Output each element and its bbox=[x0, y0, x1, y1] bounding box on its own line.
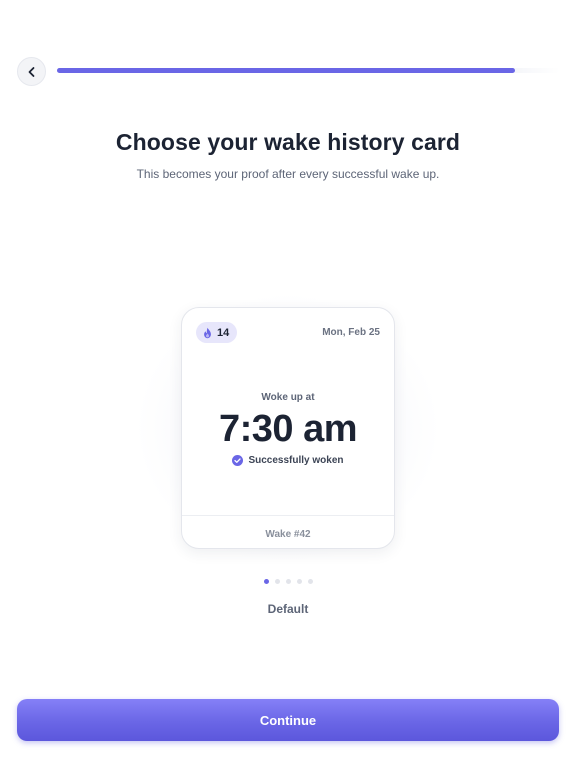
wake-history-card[interactable]: 14 Mon, Feb 25 Woke up at 7:30 am Succes… bbox=[181, 307, 395, 549]
page-title: Choose your wake history card bbox=[115, 129, 461, 155]
card-divider bbox=[182, 515, 394, 516]
flame-icon bbox=[204, 327, 211, 338]
back-button[interactable] bbox=[17, 57, 46, 86]
check-circle-icon bbox=[232, 455, 244, 466]
success-label: Successfully woken bbox=[248, 455, 344, 466]
pager-dot[interactable] bbox=[274, 579, 280, 584]
wake-time: 7:30 am bbox=[218, 408, 358, 450]
pager-dot[interactable] bbox=[263, 579, 269, 584]
pager-dot[interactable] bbox=[307, 579, 313, 584]
chevron-left-icon bbox=[28, 66, 34, 77]
success-status: Successfully woken bbox=[182, 455, 394, 466]
streak-count: 14 bbox=[217, 326, 230, 339]
card-style-name: Default bbox=[267, 602, 309, 616]
progress-fill bbox=[57, 68, 515, 73]
page-subtitle: This becomes your proof after every succ… bbox=[136, 167, 440, 181]
card-pager[interactable] bbox=[0, 579, 576, 584]
card-date: Mon, Feb 25 bbox=[322, 327, 380, 338]
streak-badge: 14 bbox=[196, 322, 238, 343]
progress-bar bbox=[57, 68, 560, 73]
pager-dot[interactable] bbox=[285, 579, 291, 584]
continue-button[interactable]: Continue bbox=[17, 699, 559, 741]
woke-up-label: Woke up at bbox=[261, 392, 315, 403]
pager-dot[interactable] bbox=[296, 579, 302, 584]
wake-number: Wake #42 bbox=[265, 529, 311, 540]
